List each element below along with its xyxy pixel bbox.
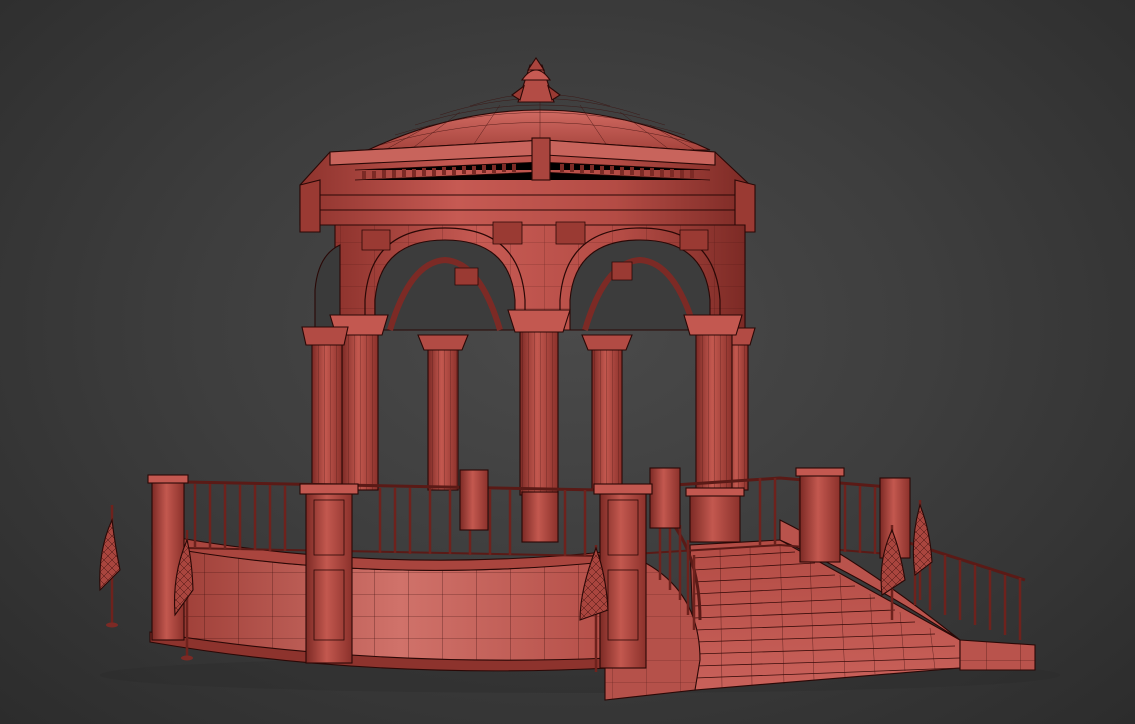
gazebo-render <box>99 57 1060 701</box>
dome <box>367 57 711 151</box>
columns <box>301 309 756 496</box>
entablature <box>299 137 756 233</box>
plinth <box>149 532 611 672</box>
3d-viewport[interactable] <box>0 0 1135 724</box>
